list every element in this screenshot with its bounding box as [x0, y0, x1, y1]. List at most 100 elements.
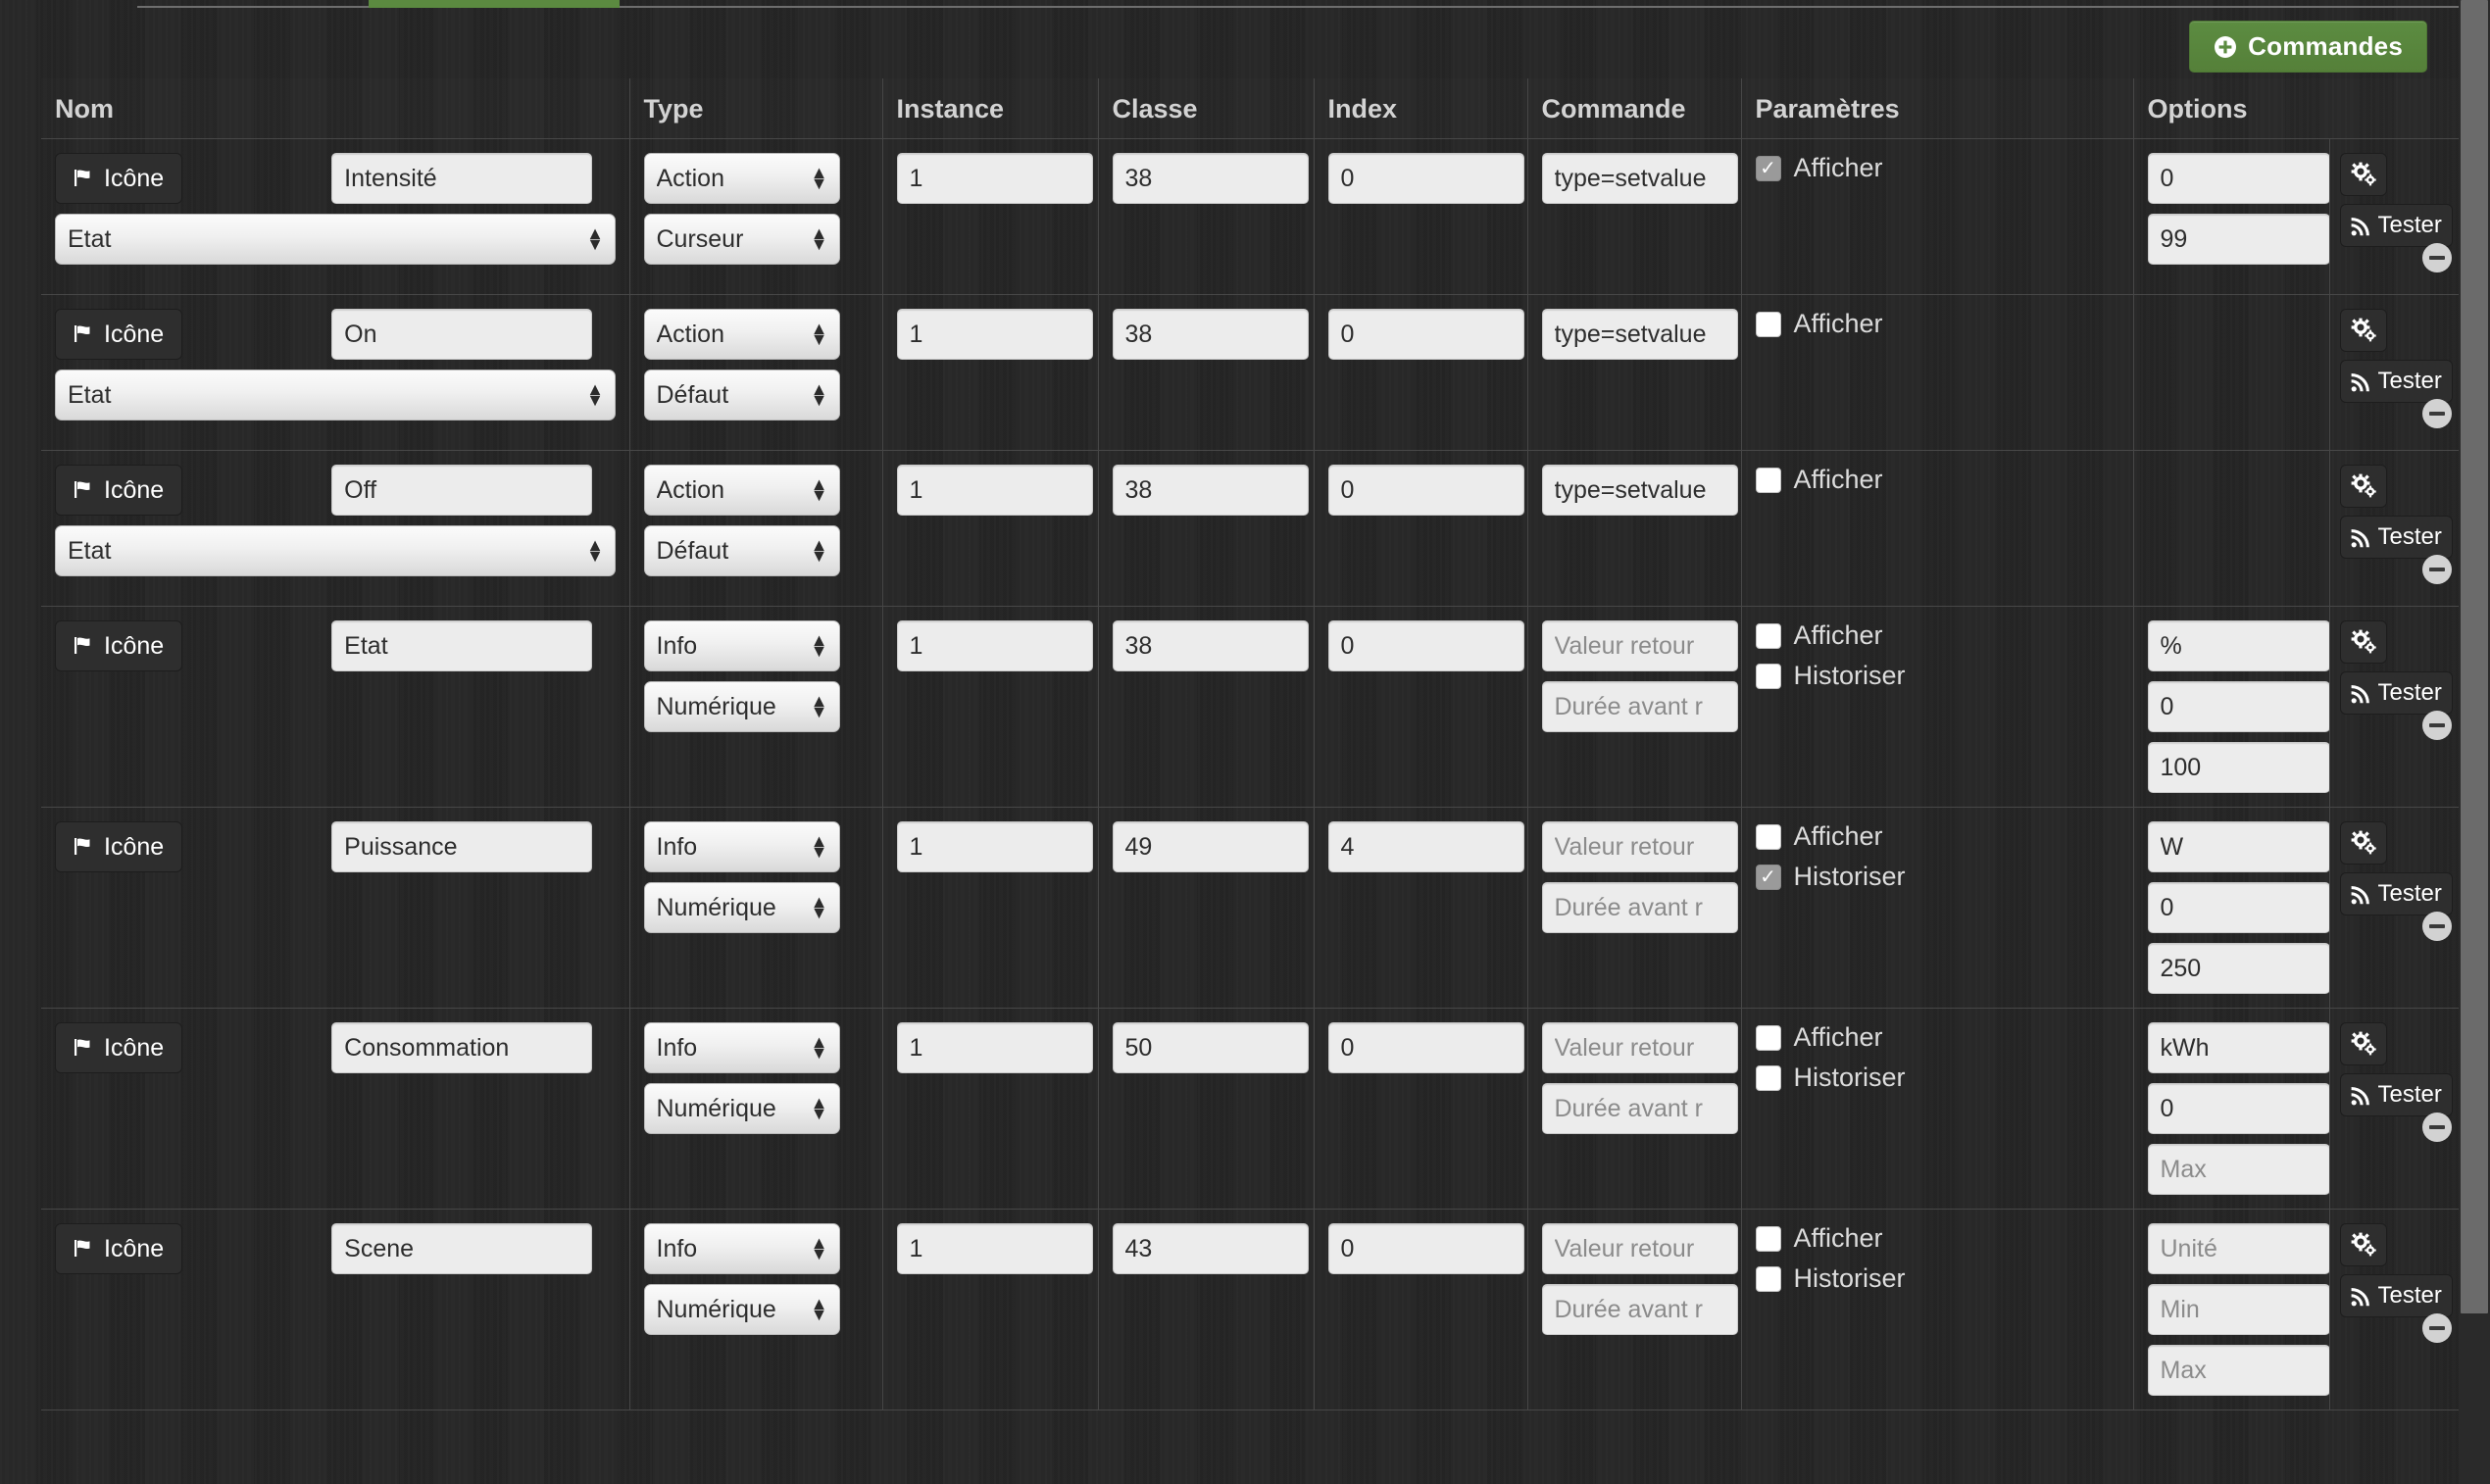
- afficher-checkbox-3[interactable]: ✓: [1755, 622, 1781, 649]
- configure-button-1[interactable]: [2339, 309, 2387, 352]
- duree-avant-input-4[interactable]: [1541, 882, 1738, 933]
- instance-input-2[interactable]: [896, 465, 1093, 516]
- nom-input-1[interactable]: [331, 309, 593, 360]
- valeur-retour-input-3[interactable]: [1541, 620, 1738, 671]
- classe-input-0[interactable]: [1112, 153, 1309, 204]
- nom-input-5[interactable]: [331, 1022, 593, 1073]
- classe-input-5[interactable]: [1112, 1022, 1309, 1073]
- icone-button-4[interactable]: Icône: [55, 821, 183, 872]
- add-commande-button[interactable]: Commandes: [2189, 21, 2427, 73]
- afficher-checkbox-0[interactable]: ✓: [1755, 155, 1781, 181]
- type-select-0[interactable]: Action: [643, 153, 840, 204]
- option-input-4-1[interactable]: [2147, 882, 2330, 933]
- afficher-checkbox-6[interactable]: ✓: [1755, 1225, 1781, 1252]
- icone-button-1[interactable]: Icône: [55, 309, 183, 360]
- option-input-0-0[interactable]: [2147, 153, 2330, 204]
- subtype-select-0[interactable]: Curseur: [643, 214, 840, 265]
- index-input-1[interactable]: [1327, 309, 1524, 360]
- subtype-select-3[interactable]: Numérique: [643, 681, 840, 732]
- instance-input-0[interactable]: [896, 153, 1093, 204]
- option-input-0-1[interactable]: [2147, 214, 2330, 265]
- index-input-6[interactable]: [1327, 1223, 1524, 1274]
- index-input-5[interactable]: [1327, 1022, 1524, 1073]
- historiser-checkbox-6[interactable]: ✓: [1755, 1265, 1781, 1292]
- instance-input-3[interactable]: [896, 620, 1093, 671]
- tester-button-3[interactable]: Tester: [2339, 671, 2453, 715]
- option-input-6-0[interactable]: [2147, 1223, 2330, 1274]
- configure-button-0[interactable]: [2339, 153, 2387, 196]
- type-select-4[interactable]: Info: [643, 821, 840, 872]
- icone-button-5[interactable]: Icône: [55, 1022, 183, 1073]
- etat-select-1[interactable]: Etat: [55, 370, 616, 420]
- option-input-3-2[interactable]: [2147, 742, 2330, 793]
- classe-input-3[interactable]: [1112, 620, 1309, 671]
- type-select-5[interactable]: Info: [643, 1022, 840, 1073]
- etat-select-0[interactable]: Etat: [55, 214, 616, 265]
- option-input-6-2[interactable]: [2147, 1345, 2330, 1396]
- index-input-2[interactable]: [1327, 465, 1524, 516]
- nom-input-6[interactable]: [331, 1223, 593, 1274]
- classe-input-4[interactable]: [1112, 821, 1309, 872]
- subtype-select-4[interactable]: Numérique: [643, 882, 840, 933]
- duree-avant-input-6[interactable]: [1541, 1284, 1738, 1335]
- index-input-0[interactable]: [1327, 153, 1524, 204]
- afficher-checkbox-1[interactable]: ✓: [1755, 311, 1781, 337]
- remove-button-3[interactable]: [2421, 711, 2452, 740]
- tester-button-0[interactable]: Tester: [2339, 204, 2453, 247]
- active-tab-indicator[interactable]: [369, 0, 620, 8]
- configure-button-6[interactable]: [2339, 1223, 2387, 1266]
- historiser-checkbox-4[interactable]: ✓: [1755, 864, 1781, 890]
- nom-input-0[interactable]: [331, 153, 593, 204]
- configure-button-5[interactable]: [2339, 1022, 2387, 1065]
- commande-input-0[interactable]: [1541, 153, 1738, 204]
- type-select-3[interactable]: Info: [643, 620, 840, 671]
- option-input-5-1[interactable]: [2147, 1083, 2330, 1134]
- remove-button-2[interactable]: [2421, 555, 2452, 584]
- type-select-1[interactable]: Action: [643, 309, 840, 360]
- icone-button-3[interactable]: Icône: [55, 620, 183, 671]
- option-input-5-2[interactable]: [2147, 1144, 2330, 1195]
- option-input-3-0[interactable]: [2147, 620, 2330, 671]
- valeur-retour-input-4[interactable]: [1541, 821, 1738, 872]
- duree-avant-input-3[interactable]: [1541, 681, 1738, 732]
- remove-button-0[interactable]: [2421, 243, 2452, 272]
- instance-input-4[interactable]: [896, 821, 1093, 872]
- remove-button-6[interactable]: [2421, 1313, 2452, 1343]
- option-input-4-2[interactable]: [2147, 943, 2330, 994]
- duree-avant-input-5[interactable]: [1541, 1083, 1738, 1134]
- option-input-5-0[interactable]: [2147, 1022, 2330, 1073]
- classe-input-6[interactable]: [1112, 1223, 1309, 1274]
- option-input-6-1[interactable]: [2147, 1284, 2330, 1335]
- index-input-4[interactable]: [1327, 821, 1524, 872]
- index-input-3[interactable]: [1327, 620, 1524, 671]
- subtype-select-2[interactable]: Défaut: [643, 525, 840, 576]
- classe-input-1[interactable]: [1112, 309, 1309, 360]
- tester-button-5[interactable]: Tester: [2339, 1073, 2453, 1116]
- subtype-select-5[interactable]: Numérique: [643, 1083, 840, 1134]
- tester-button-6[interactable]: Tester: [2339, 1274, 2453, 1317]
- configure-button-4[interactable]: [2339, 821, 2387, 865]
- remove-button-1[interactable]: [2421, 399, 2452, 428]
- configure-button-3[interactable]: [2339, 620, 2387, 664]
- valeur-retour-input-6[interactable]: [1541, 1223, 1738, 1274]
- configure-button-2[interactable]: [2339, 465, 2387, 508]
- instance-input-1[interactable]: [896, 309, 1093, 360]
- afficher-checkbox-5[interactable]: ✓: [1755, 1024, 1781, 1051]
- instance-input-5[interactable]: [896, 1022, 1093, 1073]
- tester-button-4[interactable]: Tester: [2339, 872, 2453, 915]
- type-select-6[interactable]: Info: [643, 1223, 840, 1274]
- icone-button-0[interactable]: Icône: [55, 153, 183, 204]
- commande-input-2[interactable]: [1541, 465, 1738, 516]
- option-input-3-1[interactable]: [2147, 681, 2330, 732]
- etat-select-2[interactable]: Etat: [55, 525, 616, 576]
- instance-input-6[interactable]: [896, 1223, 1093, 1274]
- valeur-retour-input-5[interactable]: [1541, 1022, 1738, 1073]
- nom-input-3[interactable]: [331, 620, 593, 671]
- commande-input-1[interactable]: [1541, 309, 1738, 360]
- remove-button-5[interactable]: [2421, 1113, 2452, 1142]
- tester-button-2[interactable]: Tester: [2339, 516, 2453, 559]
- afficher-checkbox-2[interactable]: ✓: [1755, 467, 1781, 493]
- subtype-select-1[interactable]: Défaut: [643, 370, 840, 420]
- afficher-checkbox-4[interactable]: ✓: [1755, 823, 1781, 850]
- scrollbar-thumb[interactable]: [2461, 0, 2488, 1313]
